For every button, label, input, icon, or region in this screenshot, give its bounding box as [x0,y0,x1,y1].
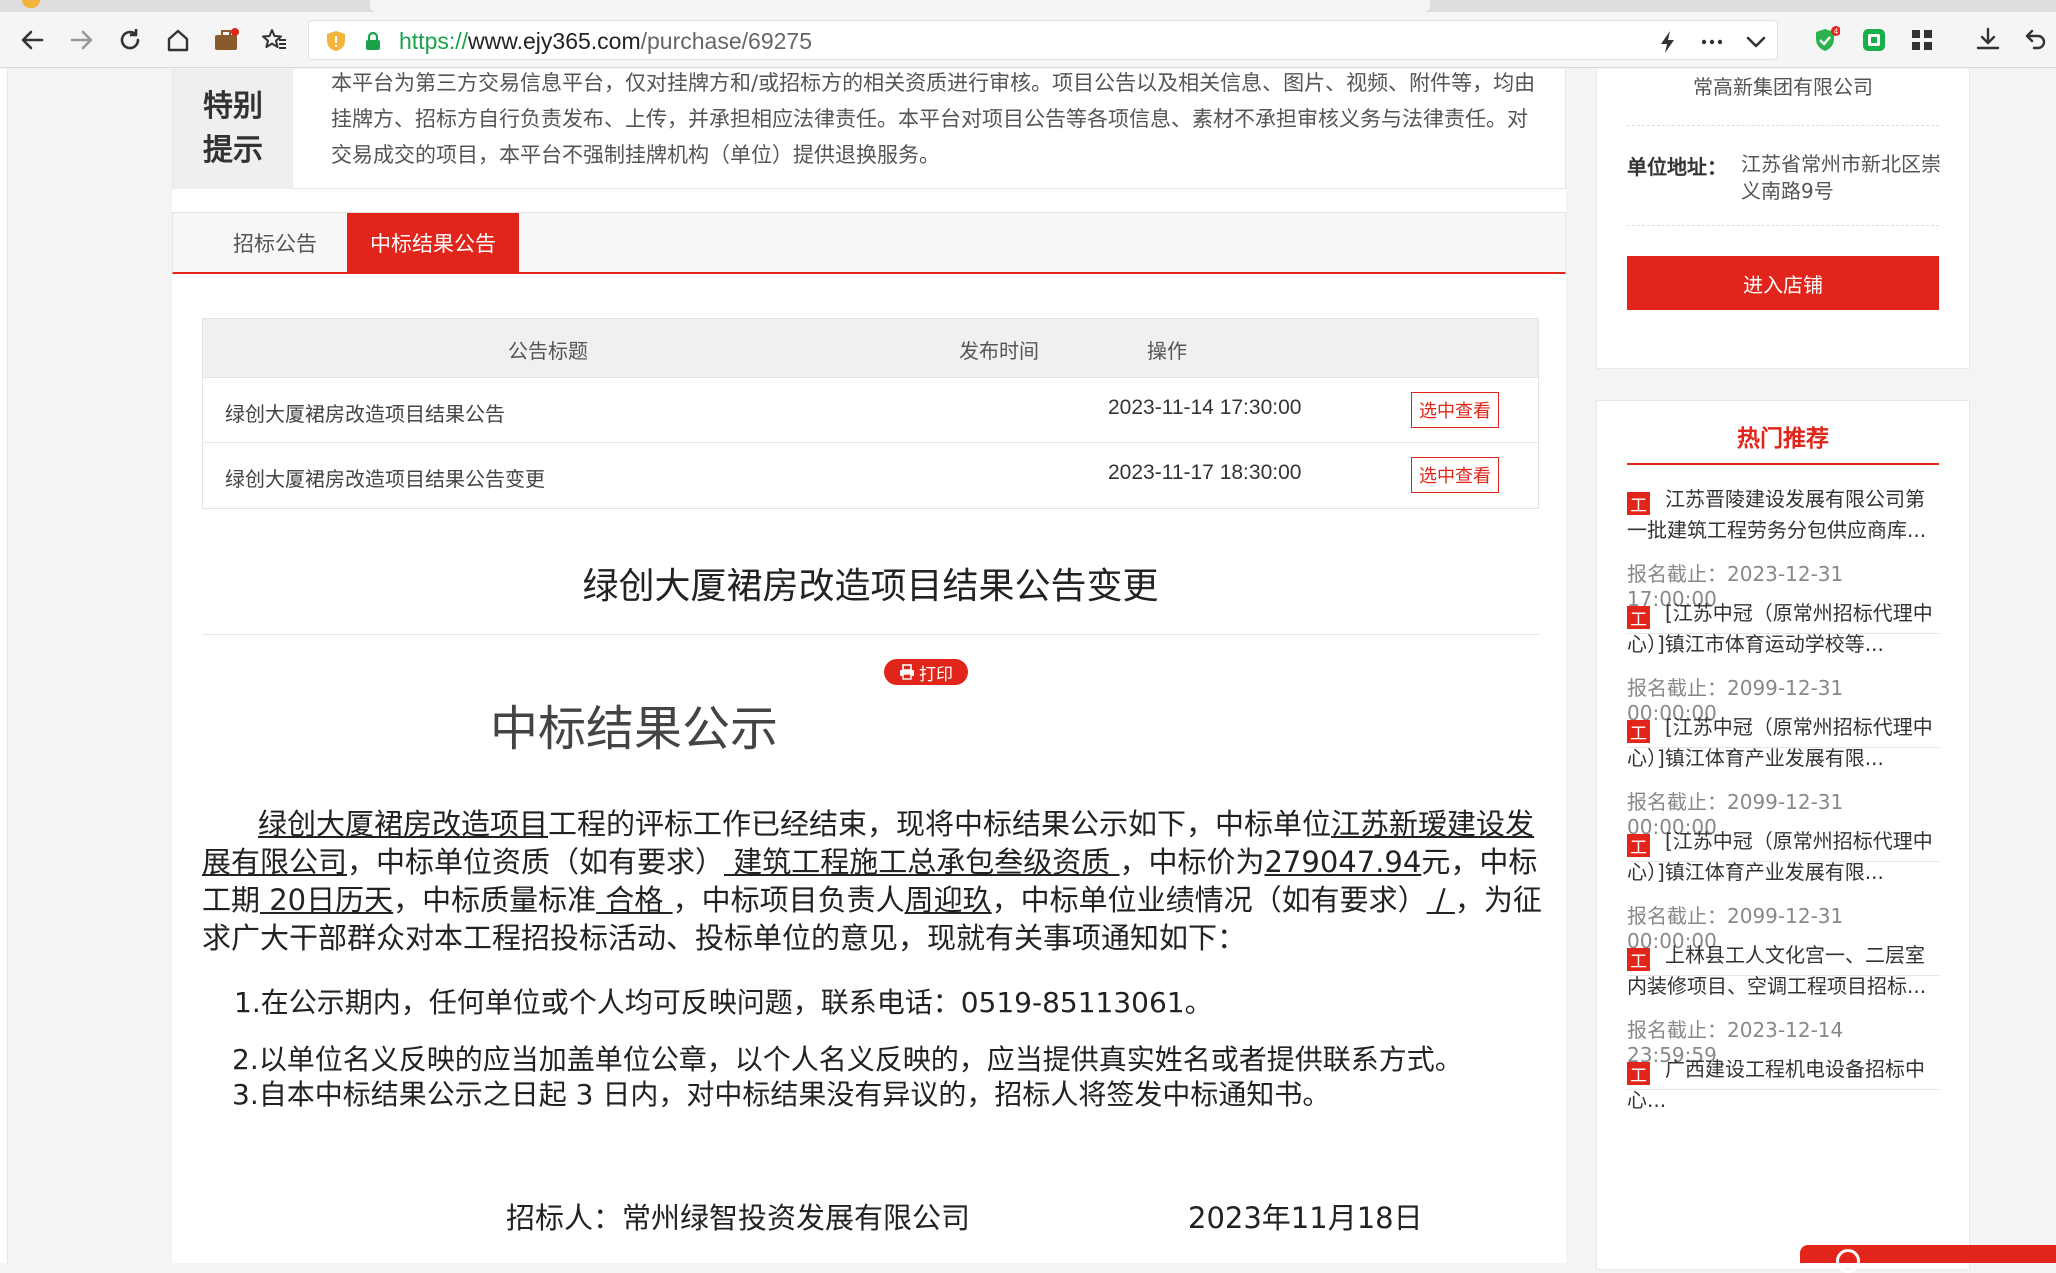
performance-record: / [1426,883,1455,917]
notice-label-line1: 特别 [203,89,263,124]
company-name: 常高新集团有限公司 [1693,75,1873,99]
tab-favicon[interactable] [22,0,40,8]
para-text: ，中标质量标准 [393,883,597,917]
download-icon[interactable] [1970,22,2006,58]
project-name: 绿创大厦裙房改造项目 [258,807,549,841]
apps-grid-icon[interactable] [1904,22,1940,58]
project-manager: 周迎玖 [904,883,992,917]
page-content: 特别 提示 本平台为第三方交易信息平台，仅对挂牌方和/或招标方的相关资质进行审核… [0,69,2056,1273]
period: 20日历天 [260,883,394,917]
header-title: 公告标题 [508,339,588,363]
tenderer-signature: 招标人：常州绿智投资发展有限公司 [506,1201,971,1235]
list-item[interactable]: 工 广西建设工程机电设备招标中心... [1627,1054,1939,1204]
table-row: 绿创大厦裙房改造项目结果公告变更 2023-11-17 18:30:00 选中查… [203,443,1538,508]
quality-standard: 合格 [596,883,673,917]
service-icon [1836,1249,1860,1273]
para-text: ，中标项目负责人 [672,883,905,917]
bookmark-star-icon[interactable] [256,22,292,58]
para-text: ，中标单位资质（如有要求） [347,845,725,879]
security-extension-icon[interactable]: 4 [1808,22,1844,58]
floating-service-button[interactable] [1800,1245,2056,1273]
view-button[interactable]: 选中查看 [1411,457,1499,493]
lightning-icon[interactable] [1655,29,1681,55]
notice-item-1: 1.在公示期内，任何单位或个人均可反映问题，联系电话：0519-85113061… [234,986,1213,1019]
qualification: 建筑工程施工总承包叁级资质 [724,845,1120,879]
home-icon[interactable] [160,22,196,58]
notice-text: 本平台为第三方交易信息平台，仅对挂牌方和/或招标方的相关资质进行审核。项目公告以… [331,71,1536,167]
more-dots-icon[interactable] [1699,29,1725,55]
header-action: 操作 [1147,339,1187,363]
notice-label: 特别 提示 [173,69,293,189]
svg-text:4: 4 [1834,27,1839,36]
rec-title[interactable]: [江苏中冠（原常州招标代理中心）]镇江体育产业发展有限... [1627,712,1939,774]
row-title[interactable]: 绿创大厦裙房改造项目结果公告变更 [225,463,545,492]
para-text: ，中标价为 [1119,845,1265,879]
address-value: 江苏省常州市新北区崇义南路9号 [1741,152,1941,203]
print-label: 打印 [919,664,953,685]
para-text: 工程的评标工作已经结束，现将中标结果公示如下，中标单位 [548,807,1332,841]
wechat-extension-icon[interactable] [1856,22,1892,58]
print-button[interactable]: 打印 [884,659,968,685]
active-tab[interactable] [370,0,1430,12]
view-button[interactable]: 选中查看 [1411,392,1499,428]
address-label: 单位地址： [1627,155,1727,179]
undo-icon[interactable] [2016,22,2052,58]
announcement-tabs: 招标公告 中标结果公告 [172,212,1566,274]
rec-title[interactable]: 上林县工人文化宫一、二层室内装修项目、空调工程项目招标... [1627,940,1939,1002]
forward-icon[interactable] [64,22,100,58]
enter-shop-button[interactable]: 进入店铺 [1627,256,1939,310]
para-text: ，中标单位业绩情况（如有要求） [991,883,1427,917]
special-notice: 特别 提示 本平台为第三方交易信息平台，仅对挂牌方和/或招标方的相关资质进行审核… [172,69,1566,189]
bid-price: 279047.94 [1264,845,1422,879]
shield-icon[interactable] [325,30,347,52]
left-gutter [0,69,8,1263]
table-row: 绿创大厦裙房改造项目结果公告 2023-11-14 17:30:00 选中查看 [203,378,1538,443]
divider [1627,225,1939,226]
briefcase-icon[interactable] [208,22,244,58]
hot-title: 热门推荐 [1737,426,1829,452]
divider [1627,125,1939,126]
main-column: 特别 提示 本平台为第三方交易信息平台，仅对挂牌方和/或招标方的相关资质进行审核… [172,69,1566,1263]
chevron-down-icon[interactable] [1743,29,1769,55]
company-card: 常高新集团有限公司 单位地址： 江苏省常州市新北区崇义南路9号 进入店铺 [1596,69,1970,369]
row-time: 2023-11-17 18:30:00 [1108,461,1302,484]
notice-label-line2: 提示 [203,133,263,168]
rec-title[interactable]: 广西建设工程机电设备招标中心... [1627,1054,1939,1116]
notice-item-3: 3.自本中标结果公示之日起 3 日内，对中标结果没有异议的，招标人将签发中标通知… [232,1078,1331,1111]
tab-bid-announcement[interactable]: 招标公告 [195,213,355,273]
document-heading: 中标结果公示 [490,701,779,757]
browser-toolbar: https://www.ejy365.com/purchase/69275 4 [0,12,2056,68]
rec-title[interactable]: [江苏中冠（原常州招标代理中心）]镇江体育产业发展有限... [1627,826,1939,888]
signature-date: 2023年11月18日 [1188,1201,1423,1235]
lock-icon[interactable] [365,32,381,50]
rec-title[interactable]: [江苏中冠（原常州招标代理中心）]镇江市体育运动学校等... [1627,598,1939,660]
browser-tab-strip [0,0,2056,12]
announcement-table: 公告标题 发布时间 操作 绿创大厦裙房改造项目结果公告 2023-11-14 1… [202,318,1539,509]
header-time: 发布时间 [959,339,1039,363]
printer-icon [900,664,914,680]
back-icon[interactable] [14,22,50,58]
table-header: 公告标题 发布时间 操作 [203,319,1538,378]
divider [202,634,1539,635]
url-text[interactable]: https://www.ejy365.com/purchase/69275 [399,27,812,55]
reload-icon[interactable] [112,22,148,58]
hot-underline [1627,463,1939,465]
rec-title[interactable]: 江苏晋陵建设发展有限公司第一批建筑工程劳务分包供应商库... [1627,484,1939,546]
result-paragraph: 绿创大厦裙房改造项目工程的评标工作已经结束，现将中标结果公示如下，中标单位江苏新… [202,805,1547,957]
notice-item-2: 2.以单位名义反映的应当加盖单位公章，以个人名义反映的，应当提供真实姓名或者提供… [232,1043,1463,1076]
row-title[interactable]: 绿创大厦裙房改造项目结果公告 [225,398,505,427]
tab-award-result[interactable]: 中标结果公告 [347,213,519,273]
article-title: 绿创大厦裙房改造项目结果公告变更 [582,566,1159,607]
address-bar[interactable]: https://www.ejy365.com/purchase/69275 [308,20,1778,60]
row-time: 2023-11-14 17:30:00 [1108,396,1302,419]
hot-recommendations: 热门推荐 工 江苏晋陵建设发展有限公司第一批建筑工程劳务分包供应商库... 报名… [1596,400,1970,1270]
